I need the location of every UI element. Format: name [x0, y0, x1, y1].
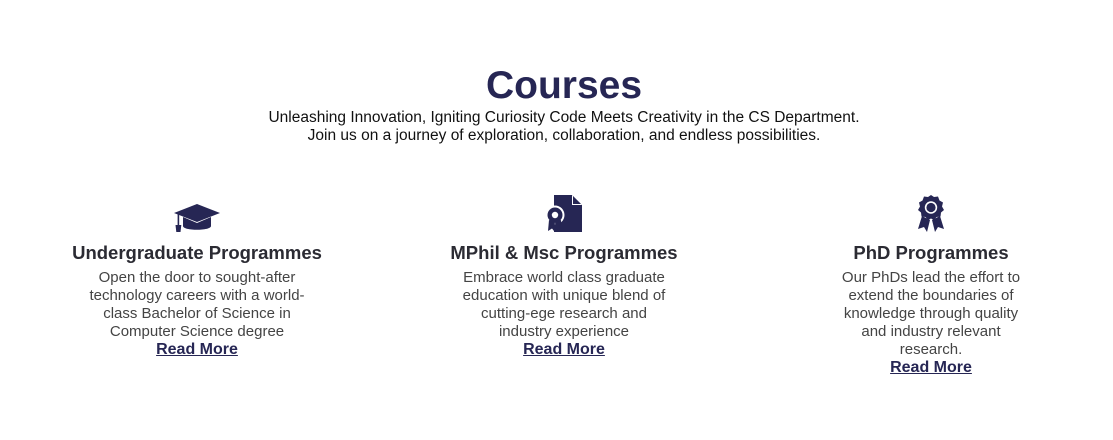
course-card-undergraduate: Undergraduate Programmes Open the door t…: [47, 190, 347, 359]
read-more-link[interactable]: Read More: [523, 341, 605, 359]
read-more-link[interactable]: Read More: [890, 359, 972, 377]
certificate-file-icon: [414, 190, 714, 234]
graduation-cap-icon: [47, 190, 347, 234]
subtitle-line-2: Join us on a journey of exploration, col…: [307, 127, 821, 144]
course-card-mphil-msc: MPhil & Msc Programmes Embrace world cla…: [414, 190, 714, 359]
read-more-link[interactable]: Read More: [156, 341, 238, 359]
courses-section: Courses Unleashing Innovation, Igniting …: [0, 0, 1113, 440]
subtitle-line-1: Unleashing Innovation, Igniting Curiosit…: [268, 109, 860, 126]
course-card-phd: PhD Programmes Our PhDs lead the effort …: [781, 190, 1081, 377]
course-title: Undergraduate Programmes: [72, 242, 322, 263]
award-ribbon-icon: [781, 190, 1081, 234]
page-subtitle: Unleashing Innovation, Igniting Curiosit…: [0, 109, 1113, 145]
course-description: Our PhDs lead the effort to extend the b…: [841, 269, 1021, 358]
page-title: Courses: [485, 64, 643, 107]
course-title: MPhil & Msc Programmes: [450, 242, 678, 263]
course-title: PhD Programmes: [853, 242, 1009, 263]
course-description: Open the door to sought-after technology…: [89, 269, 305, 340]
course-description: Embrace world class graduate education w…: [462, 269, 666, 340]
